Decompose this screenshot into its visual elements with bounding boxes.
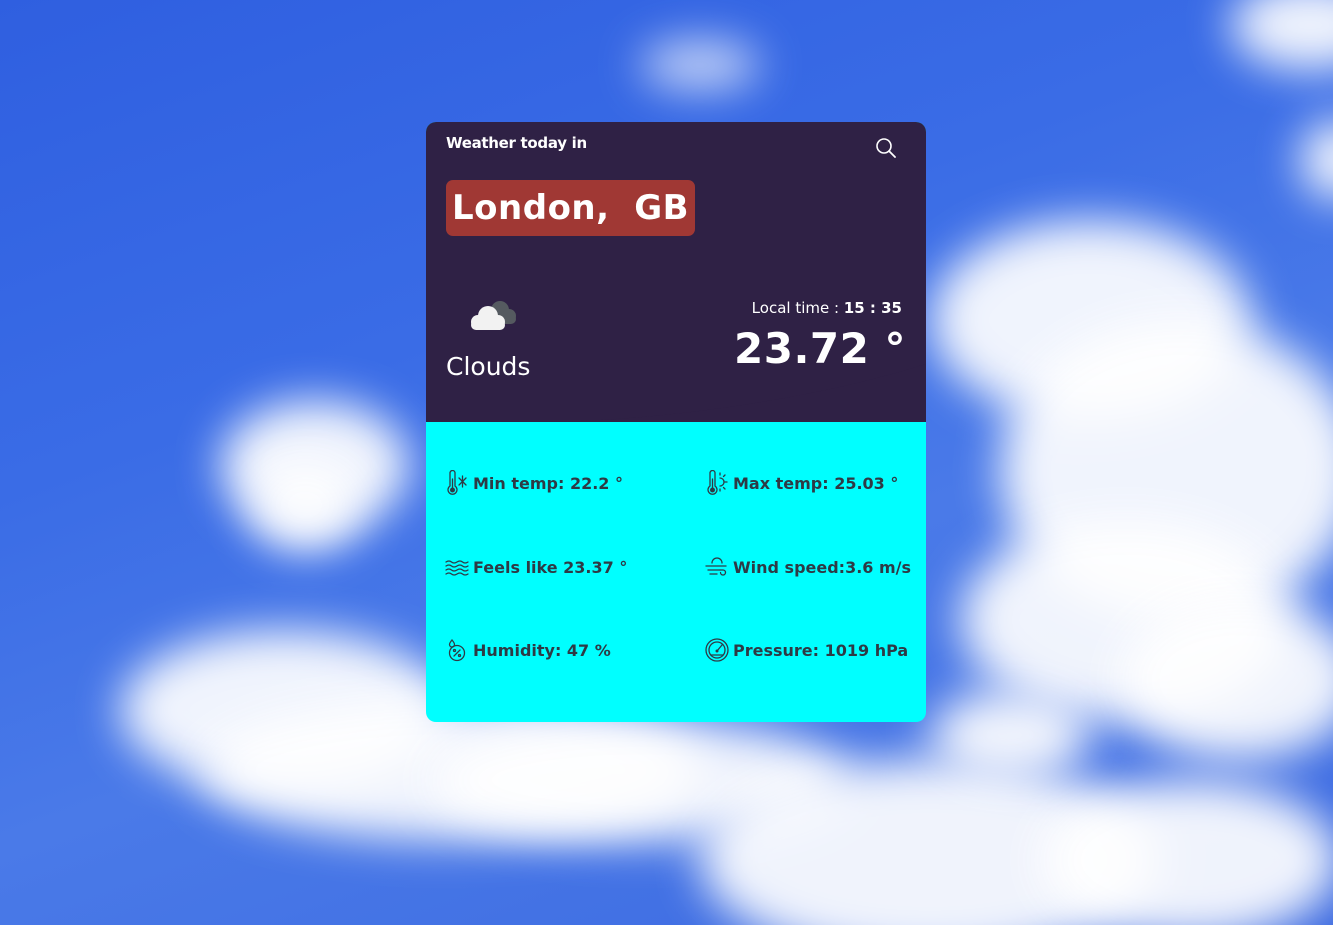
stat-feels-like: Feels like 23.37 ° (444, 554, 627, 580)
local-time-label: Local time : (751, 299, 844, 317)
pressure-text: Pressure: 1019 hPa (733, 640, 909, 660)
page-title: Weather today in (446, 134, 587, 152)
feels-like-text: Feels like 23.37 ° (473, 557, 628, 577)
city-name: London, GB (446, 180, 696, 236)
wind-icon (705, 557, 727, 576)
thermometer-hot-icon (707, 470, 728, 495)
min-temp-text: Min temp: 22.2 ° (473, 473, 624, 493)
weather-card: Weather today in London, GB Clouds Local… (426, 122, 926, 722)
stat-max-temp: Max temp: 25.03 ° (704, 470, 898, 496)
weather-condition: Clouds (446, 352, 531, 381)
local-time: Local time : 15 : 35 (752, 299, 902, 317)
humidity-icon (448, 638, 466, 662)
wind-speed-text: Wind speed:3.6 m/s (733, 557, 912, 577)
waves-icon (445, 560, 469, 576)
stat-wind-speed: Wind speed:3.6 m/s (704, 554, 911, 580)
local-time-value: 15 : 35 (843, 299, 902, 317)
thermometer-cold-icon (447, 470, 467, 495)
stat-pressure: Pressure: 1019 hPa (704, 637, 908, 663)
max-temp-text: Max temp: 25.03 ° (733, 473, 899, 493)
search-icon[interactable] (874, 136, 898, 160)
gauge-icon (705, 638, 729, 662)
humidity-text: Humidity: 47 % (473, 640, 611, 660)
current-temperature: 23.72 ° (734, 324, 906, 373)
stat-min-temp: Min temp: 22.2 ° (444, 470, 623, 496)
clouds-icon (471, 301, 516, 330)
stat-humidity: Humidity: 47 % (444, 637, 611, 663)
